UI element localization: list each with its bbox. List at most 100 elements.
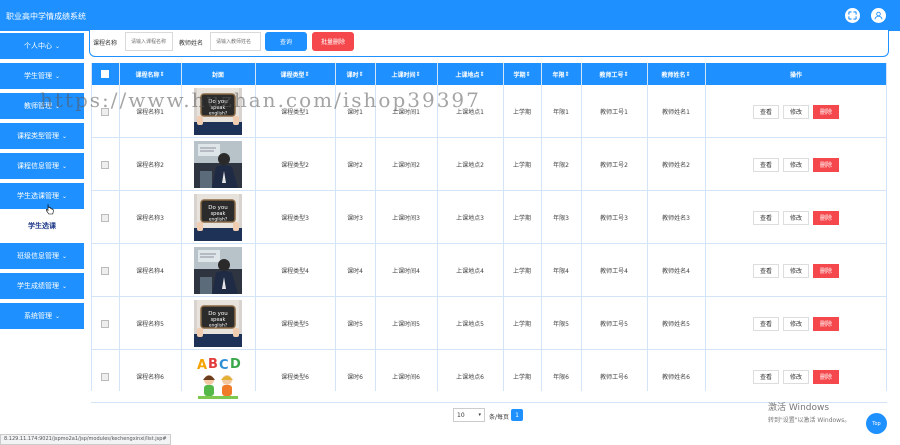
search-button[interactable]: 查询	[265, 32, 307, 51]
view-button[interactable]: 查看	[752, 104, 779, 119]
select-all-checkbox[interactable]	[101, 70, 109, 78]
svg-text:C: C	[219, 358, 229, 373]
column-header-class-time[interactable]: 上课时间 ⇕	[375, 63, 437, 85]
row-checkbox-cell	[91, 191, 119, 244]
course-name-cell: 课程名称5	[136, 321, 164, 328]
sidebar-item-label: 学生选课	[28, 222, 56, 230]
course-cover-image: ABCD	[194, 353, 242, 400]
year-cell: 年限4	[553, 268, 569, 275]
column-header-teacher-name[interactable]: 教师姓名 ⇕	[647, 63, 705, 85]
column-header-class-place[interactable]: 上课地点 ⇕	[437, 63, 503, 85]
view-button[interactable]: 查看	[752, 263, 779, 278]
column-header-hours[interactable]: 课时 ⇕	[335, 63, 375, 85]
delete-button[interactable]: 删除	[813, 104, 840, 119]
row-checkbox[interactable]	[101, 372, 109, 381]
edit-button[interactable]: 修改	[782, 263, 809, 278]
column-header-term[interactable]: 学期 ⇕	[503, 63, 541, 85]
sidebar-item-course-info-management[interactable]: 课程信息管理 ⌄	[0, 153, 84, 179]
sidebar-item-system-management[interactable]: 系统管理 ⌄	[0, 303, 84, 329]
sidebar-item-personal-center[interactable]: 个人中心 ⌄	[0, 33, 84, 59]
svg-text:D: D	[230, 357, 241, 372]
view-button[interactable]: 查看	[752, 210, 779, 225]
hours-cell: 课时2	[347, 162, 363, 169]
chevron-down-icon: ▾	[478, 412, 481, 418]
chevron-down-icon: ⌄	[54, 72, 61, 80]
column-header-course-type[interactable]: 课程类型 ⇕	[255, 63, 335, 85]
year-cell: 年限6	[553, 374, 569, 381]
cover-cell: Do you speak english?	[181, 191, 255, 244]
teacher-name-cell: 教师姓名5	[662, 321, 690, 328]
delete-button[interactable]: 删除	[813, 263, 840, 278]
class-time-cell: 上课时间3	[392, 215, 420, 222]
teacher-name-cell: 教师姓名2	[662, 162, 690, 169]
activation-title: 激活 Windows	[768, 403, 830, 413]
actions-cell: 查看 修改 删除	[705, 350, 887, 403]
delete-button[interactable]: 删除	[813, 369, 840, 384]
view-button[interactable]: 查看	[752, 316, 779, 331]
sidebar-item-label: 学生选课管理	[16, 192, 59, 200]
class-place-cell: 上课地点3	[456, 215, 484, 222]
row-checkbox[interactable]	[101, 213, 109, 222]
page-size-select[interactable]: 10 ▾	[453, 408, 485, 422]
edit-button[interactable]: 修改	[782, 316, 809, 331]
actions-cell: 查看 修改 删除	[705, 244, 887, 297]
sidebar-subitem-course-selection[interactable]: 学生选课	[0, 213, 84, 239]
hours-cell: 课时6	[347, 374, 363, 381]
edit-button[interactable]: 修改	[782, 210, 809, 225]
edit-button[interactable]: 修改	[782, 104, 809, 119]
sidebar-item-grade-management[interactable]: 学生成绩管理 ⌄	[0, 273, 84, 299]
sidebar-item-course-selection-management[interactable]: 学生选课管理 ⌄	[0, 183, 84, 209]
course-type-cell: 课程类型3	[281, 215, 309, 222]
term-cell: 上学期	[512, 268, 531, 275]
column-header-course-name[interactable]: 课程名称 ⇕	[119, 63, 181, 85]
year-cell: 年限1	[553, 109, 569, 116]
user-avatar-icon[interactable]	[871, 8, 886, 23]
teacher-no-cell: 教师工号5	[600, 321, 628, 328]
sidebar-item-student-management[interactable]: 学生管理 ⌄	[0, 63, 84, 89]
back-to-top-button[interactable]: Top	[866, 413, 887, 434]
course-name-cell: 课程名称4	[136, 268, 164, 275]
chevron-down-icon: ⌄	[54, 42, 61, 50]
teacher-name-input[interactable]	[210, 32, 261, 51]
column-header-year[interactable]: 年限 ⇕	[541, 63, 581, 85]
sidebar-item-class-info-management[interactable]: 班级信息管理 ⌄	[0, 243, 84, 269]
teacher-no-cell: 教师工号6	[600, 374, 628, 381]
batch-delete-button[interactable]: 批量删除	[312, 32, 354, 51]
teacher-name-cell: 教师姓名4	[662, 268, 690, 275]
term-cell: 上学期	[512, 162, 531, 169]
table-header: 课程名称 ⇕ 封面 课程类型 ⇕ 课时 ⇕ 上课时间 ⇕ 上课地点 ⇕ 学期 ⇕ 年限 ⇕ 教…	[91, 63, 887, 85]
fullscreen-icon[interactable]	[845, 8, 860, 23]
teacher-no-cell: 教师工号4	[600, 268, 628, 275]
svg-text:english?: english?	[209, 323, 228, 329]
activation-subtitle: 转到"设置"以激活 Windows。	[768, 417, 851, 424]
table-row: 课程名称2 课程类型2 课时2 上课时间2 上课地点2 上学期 年限2 教师工号2 教师姓名2 查…	[91, 138, 887, 191]
cover-cell: Do you speak english?	[181, 297, 255, 350]
delete-button[interactable]: 删除	[813, 210, 840, 225]
view-button[interactable]: 查看	[752, 157, 779, 172]
chevron-down-icon: ⌄	[61, 162, 68, 170]
sidebar-item-course-type-management[interactable]: 课程类型管理 ⌄	[0, 123, 84, 149]
class-time-cell: 上课时间5	[392, 321, 420, 328]
term-cell: 上学期	[512, 109, 531, 116]
hours-cell: 课时5	[347, 321, 363, 328]
actions-cell: 查看 修改 删除	[705, 85, 887, 138]
course-type-cell: 课程类型5	[281, 321, 309, 328]
pagination-page-1[interactable]: 1	[511, 409, 523, 421]
view-button[interactable]: 查看	[752, 369, 779, 384]
row-checkbox[interactable]	[101, 160, 109, 169]
edit-button[interactable]: 修改	[782, 369, 809, 384]
delete-button[interactable]: 删除	[813, 157, 840, 172]
actions-cell: 查看 修改 删除	[705, 297, 887, 350]
term-cell: 上学期	[512, 321, 531, 328]
table-row: 课程名称3 课程类型3 课时3 上课时间3 上课地点3 上学期 年限3 教师工号3 教师姓名3 D…	[91, 191, 887, 244]
actions-cell: 查看 修改 删除	[705, 138, 887, 191]
column-header-teacher-no[interactable]: 教师工号 ⇕	[581, 63, 647, 85]
teacher-name-cell: 教师姓名3	[662, 215, 690, 222]
delete-button[interactable]: 删除	[813, 316, 840, 331]
row-checkbox[interactable]	[101, 266, 109, 275]
edit-button[interactable]: 修改	[782, 157, 809, 172]
row-checkbox[interactable]	[101, 319, 109, 328]
actions-cell: 查看 修改 删除	[705, 191, 887, 244]
course-name-input[interactable]	[125, 32, 173, 51]
course-type-cell: 课程类型4	[281, 268, 309, 275]
